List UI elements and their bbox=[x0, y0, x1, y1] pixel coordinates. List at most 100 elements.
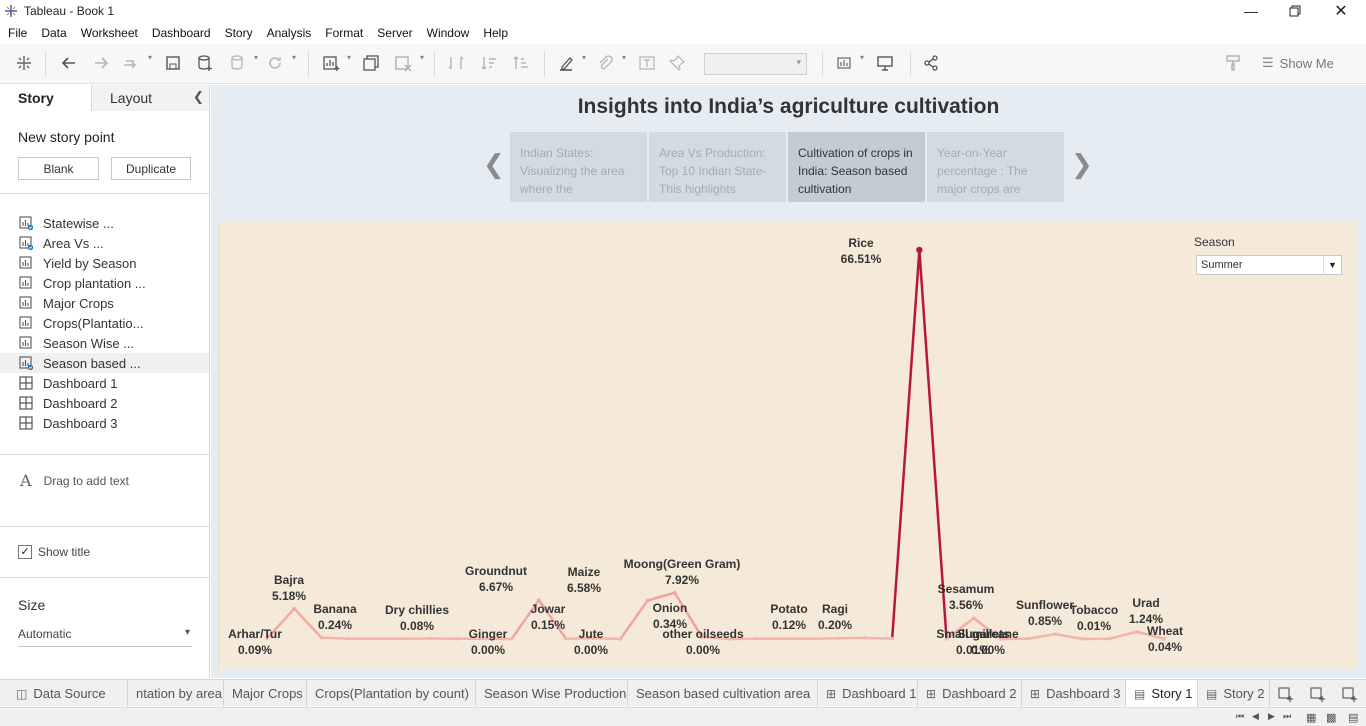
sheet-list-item[interactable]: Dashboard 1 bbox=[0, 373, 209, 393]
data-point[interactable] bbox=[319, 635, 324, 640]
chevron-down-icon[interactable]: ▾ bbox=[420, 53, 424, 62]
sheet-list-item[interactable]: Dashboard 2 bbox=[0, 393, 209, 413]
show-me-button[interactable]: ☰ Show Me bbox=[1262, 55, 1334, 71]
sheet-tab[interactable]: Season Wise Production bbox=[476, 680, 628, 707]
sheet-tab[interactable]: ◫ Data Source bbox=[8, 680, 128, 707]
labels-icon[interactable] bbox=[636, 52, 658, 74]
sheet-list-item[interactable]: Crops(Plantatio... bbox=[0, 313, 209, 333]
menu-data[interactable]: Data bbox=[41, 26, 66, 40]
save-icon[interactable] bbox=[162, 52, 184, 74]
replay-icon[interactable] bbox=[120, 52, 142, 74]
sheet-list-item[interactable]: Crop plantation ... bbox=[0, 273, 209, 293]
data-point[interactable] bbox=[808, 636, 813, 641]
sort-ascending-icon[interactable] bbox=[478, 52, 500, 74]
sheet-tab[interactable]: ⊞ Dashboard 2 bbox=[918, 680, 1022, 707]
data-point[interactable] bbox=[1135, 629, 1139, 634]
chevron-down-icon[interactable]: ▾ bbox=[148, 53, 152, 62]
sheet-tab[interactable]: ntation by area bbox=[128, 680, 224, 707]
story-point-caption-2[interactable]: Area Vs Production: Top 10 Indian State-… bbox=[649, 132, 786, 202]
sheet-tab[interactable]: Major Crops bbox=[224, 680, 307, 707]
data-point[interactable] bbox=[618, 637, 623, 641]
format-painter-icon[interactable] bbox=[1222, 52, 1244, 74]
filmstrip-view-icon[interactable]: ▩ bbox=[1326, 711, 1336, 724]
last-sheet-icon[interactable]: ⏭ bbox=[1283, 711, 1291, 722]
data-point[interactable] bbox=[672, 590, 677, 595]
minimize-button[interactable]: — bbox=[1228, 0, 1274, 22]
menu-format[interactable]: Format bbox=[325, 26, 363, 40]
sort-descending-icon[interactable] bbox=[510, 52, 532, 74]
sheet-tab[interactable]: ⊞ Dashboard 3 bbox=[1022, 680, 1126, 707]
previous-sheet-icon[interactable]: ◀ bbox=[1252, 711, 1259, 722]
chevron-down-icon[interactable]: ▾ bbox=[292, 53, 296, 62]
chevron-down-icon[interactable]: ▾ bbox=[582, 53, 586, 62]
data-point[interactable] bbox=[455, 636, 460, 641]
size-select[interactable]: Automatic bbox=[18, 627, 192, 647]
highlight-icon[interactable] bbox=[556, 52, 578, 74]
attach-icon[interactable] bbox=[594, 52, 616, 74]
tabs-view-icon[interactable]: ▤ bbox=[1348, 711, 1358, 724]
duplicate-sheet-icon[interactable] bbox=[360, 52, 382, 74]
menu-file[interactable]: File bbox=[8, 26, 27, 40]
data-point[interactable] bbox=[971, 616, 976, 620]
menu-dashboard[interactable]: Dashboard bbox=[152, 26, 211, 40]
data-point[interactable] bbox=[509, 637, 514, 641]
sheet-list-item[interactable]: Dashboard 3 bbox=[0, 413, 209, 433]
clear-sheet-icon[interactable] bbox=[392, 52, 414, 74]
new-dashboard-tab-icon[interactable] bbox=[1310, 686, 1326, 702]
drag-to-add-text[interactable]: A Drag to add text bbox=[20, 471, 129, 490]
menu-worksheet[interactable]: Worksheet bbox=[81, 26, 138, 40]
collapse-pane-icon[interactable]: ❮ bbox=[193, 89, 204, 105]
menu-analysis[interactable]: Analysis bbox=[267, 26, 312, 40]
chevron-down-icon[interactable]: ▾ bbox=[347, 53, 351, 62]
fit-select[interactable] bbox=[704, 53, 807, 75]
presentation-mode-icon[interactable] bbox=[874, 52, 896, 74]
data-point[interactable] bbox=[428, 636, 432, 641]
sheet-tab[interactable]: ⊞ Dashboard 1 bbox=[818, 680, 918, 707]
sheet-list-item[interactable]: Yield by Season bbox=[0, 253, 209, 273]
sheet-list-item[interactable]: Season Wise ... bbox=[0, 333, 209, 353]
data-point[interactable] bbox=[1080, 637, 1085, 641]
menu-story[interactable]: Story bbox=[225, 26, 253, 40]
show-title-checkbox[interactable]: ✓ Show title bbox=[18, 545, 90, 559]
refresh-icon[interactable] bbox=[264, 52, 286, 74]
line-chart[interactable]: Arhar/Tur 0.09% Bajra 5.18%Banana 0.24% Dry c… bbox=[219, 222, 1359, 669]
sheet-list-item[interactable]: Area Vs ... bbox=[0, 233, 209, 253]
tab-layout[interactable]: Layout bbox=[92, 85, 209, 111]
data-point[interactable] bbox=[754, 636, 759, 641]
sheet-list-item[interactable]: Major Crops bbox=[0, 293, 209, 313]
data-point[interactable] bbox=[890, 636, 894, 641]
season-filter-dropdown[interactable]: Summer ▼ bbox=[1196, 255, 1342, 275]
grid-view-icon[interactable]: ▦ bbox=[1306, 711, 1316, 724]
data-point[interactable] bbox=[781, 636, 786, 641]
next-story-point-button[interactable]: ❯ bbox=[1071, 149, 1093, 180]
duplicate-button[interactable]: Duplicate bbox=[111, 157, 191, 180]
sheet-list-item[interactable]: Season based ... bbox=[0, 353, 209, 373]
sheet-tab[interactable]: Season based cultivation area bbox=[628, 680, 818, 707]
sheet-tab[interactable]: Crops(Plantation by count) bbox=[307, 680, 476, 707]
tableau-home-icon[interactable] bbox=[13, 52, 35, 74]
close-window-button[interactable]: ✕ bbox=[1318, 0, 1364, 22]
data-point[interactable] bbox=[346, 636, 351, 641]
pin-icon[interactable] bbox=[666, 52, 688, 74]
menu-window[interactable]: Window bbox=[427, 26, 470, 40]
new-worksheet-tab-icon[interactable] bbox=[1278, 686, 1294, 702]
next-sheet-icon[interactable]: ▶ bbox=[1268, 711, 1275, 722]
chevron-down-icon[interactable]: ▾ bbox=[254, 53, 258, 62]
story-point-caption-1[interactable]: Indian States: Visualizing the area wher… bbox=[510, 132, 647, 202]
data-point[interactable] bbox=[863, 636, 867, 640]
data-point[interactable] bbox=[1053, 632, 1058, 636]
data-point[interactable] bbox=[292, 606, 296, 611]
sheet-list-item[interactable]: Statewise ... bbox=[0, 213, 209, 233]
story-point-caption-4[interactable]: Year-on-Year percentage : The major crop… bbox=[927, 132, 1064, 202]
story-point-caption-3[interactable]: Cultivation of crops in India: Season ba… bbox=[788, 132, 925, 202]
data-point[interactable] bbox=[645, 598, 650, 603]
data-point[interactable] bbox=[836, 636, 840, 641]
show-cards-icon[interactable] bbox=[835, 52, 857, 74]
share-icon[interactable] bbox=[920, 52, 942, 74]
data-point[interactable] bbox=[401, 636, 405, 641]
previous-story-point-button[interactable]: ❮ bbox=[483, 149, 505, 180]
new-data-source-icon[interactable] bbox=[194, 52, 216, 74]
restore-button[interactable] bbox=[1272, 0, 1318, 22]
new-worksheet-icon[interactable] bbox=[320, 52, 342, 74]
sheet-tab[interactable]: ▤ Story 2 bbox=[1198, 680, 1270, 707]
